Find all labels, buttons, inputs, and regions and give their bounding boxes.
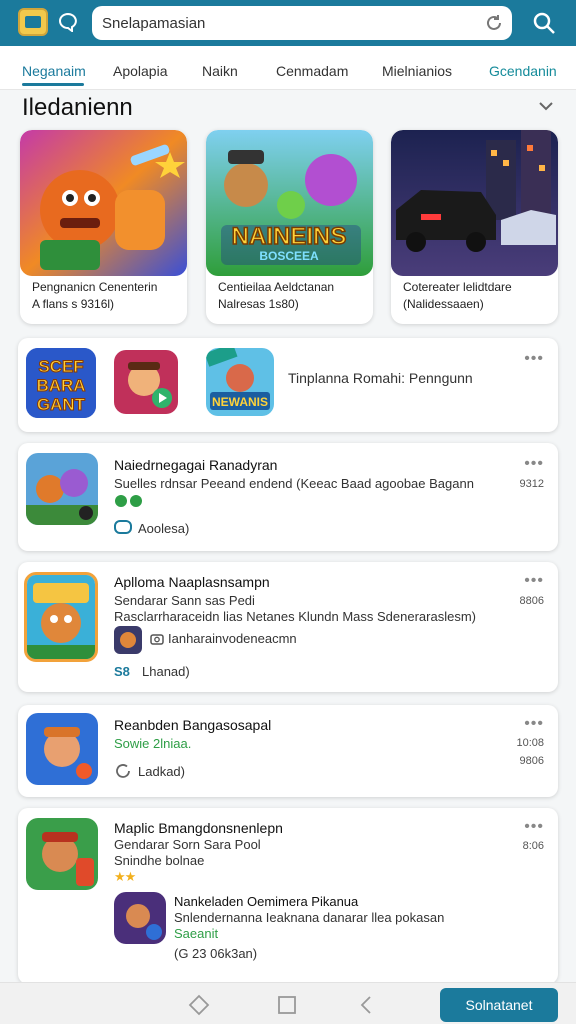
app-title: Naiedrnegagai Ranadyran [114, 457, 278, 473]
nested-status: Saeanit [174, 926, 219, 941]
game-icon [114, 350, 178, 414]
app-title: Maplic Bmangdonsnenlepn [114, 820, 283, 836]
nested-title: Nankeladen Oemimera Pikanua [174, 894, 359, 909]
app-side-info: 8806 [519, 595, 544, 607]
app-side-info: 9806 [519, 755, 544, 767]
art-line: NEWANIS [212, 395, 268, 409]
app-card[interactable]: Aplloma Naaplasnsampn Sendarar Sann sas … [18, 562, 558, 692]
featured-title: Centieilaa Aeldctanan [218, 280, 335, 294]
app-logo[interactable] [18, 8, 48, 36]
tab-item[interactable]: Gcendanin [489, 63, 557, 79]
game-icon [26, 818, 98, 890]
more-options-icon[interactable]: ••• [524, 350, 544, 368]
tab-item[interactable]: Neganaim [22, 63, 86, 79]
app-title: Reanbden Bangasosapal [114, 717, 272, 733]
art-line: BARA [36, 376, 85, 395]
app-card[interactable]: Reanbden Bangasosapal Sowie 2lniaa. Ladk… [18, 705, 558, 797]
tab-indicator [22, 83, 84, 86]
tab-item[interactable]: Apolapia [113, 63, 168, 79]
app-card[interactable]: Naiedrnegagai Ranadyran Suelles rdnsar P… [18, 443, 558, 551]
game-icon [26, 713, 98, 785]
app-meta: Lhanad) [142, 664, 190, 679]
category-tabs: Neganaim Apolapia Naikn Cenmadam Mielnia… [0, 46, 576, 90]
tab-item[interactable]: Mielnianios [382, 63, 452, 79]
featured-subtitle: A flans s 9316l) [32, 297, 115, 311]
art-subtitle: BOSCEEA [259, 249, 319, 263]
chat-icon[interactable] [58, 12, 78, 32]
app-description: Gendarar Sorn Sara Pool [114, 837, 261, 852]
square-icon[interactable] [276, 994, 298, 1016]
art-title: NAINEINS [232, 223, 347, 250]
more-options-icon[interactable]: ••• [524, 715, 544, 733]
app-side-info: 10:08 [516, 737, 544, 749]
featured-title: Cotereater lelidtdare [403, 280, 512, 294]
game-icon [24, 572, 98, 662]
game-icon [114, 892, 166, 944]
rating-icons [115, 495, 142, 507]
more-options-icon[interactable]: ••• [524, 455, 544, 473]
game-art: NAINEINS BOSCEEA [206, 130, 373, 276]
app-description: Suelles rdnsar Peeand endend (Keeac Baad… [114, 476, 474, 491]
app-side-info: 9312 [519, 478, 544, 490]
refresh-icon[interactable] [484, 13, 504, 33]
top-bar: Snelapamasian [0, 0, 576, 46]
nested-description: Snlendernanna Ieaknana danarar llea poka… [174, 910, 445, 925]
game-icon [26, 453, 98, 525]
rating-stars: ★★ [114, 869, 136, 884]
camera-icon [150, 634, 164, 645]
game-icon: SCEF BARA GANT [26, 348, 96, 418]
app-description: Snindhe bolnae [114, 853, 205, 868]
promo-text: Tinplanna Romahi: Penngunn [288, 370, 473, 386]
tab-item[interactable]: Naikn [202, 63, 238, 79]
featured-subtitle: (Nalidessaaen) [403, 297, 484, 311]
diamond-icon[interactable] [188, 994, 210, 1016]
app-meta: Ladkad) [138, 764, 185, 779]
promo-card[interactable]: SCEF BARA GANT NEWANIS Tinplanna Romahi:… [18, 338, 558, 432]
chevron-down-icon[interactable] [538, 100, 554, 112]
download-icon [114, 520, 132, 534]
search-icon[interactable] [532, 11, 556, 35]
search-bar[interactable]: Snelapamasian [92, 6, 512, 40]
app-status: Sowie 2lniaa. [114, 736, 192, 751]
nested-meta: (G 23 06k3an) [174, 946, 258, 961]
featured-card[interactable]: NAINEINS BOSCEEA Centieilaa Aeldctanan N… [206, 130, 373, 324]
app-description: Sendarar Sann sas Pedi [114, 593, 255, 608]
app-title: Aplloma Naaplasnsampn [114, 574, 270, 590]
mini-game-icon [114, 626, 142, 654]
more-options-icon[interactable]: ••• [524, 572, 544, 590]
search-input[interactable]: Snelapamasian [102, 15, 205, 32]
section-title: Iledanienn [22, 94, 133, 121]
app-meta: Aoolesa) [138, 521, 190, 536]
app-badge: S8 [114, 664, 130, 679]
refresh-icon [116, 764, 130, 778]
app-side-info: 8:06 [522, 840, 544, 852]
tab-item[interactable]: Cenmadam [276, 63, 348, 79]
game-art [391, 130, 558, 276]
featured-card[interactable]: Pengnanicn Cenenterin A flans s 9316l) [20, 130, 187, 324]
app-card[interactable]: Maplic Bmangdonsnenlepn Gendarar Sorn Sa… [18, 808, 558, 984]
game-icon: NEWANIS [206, 348, 274, 416]
more-options-icon[interactable]: ••• [524, 818, 544, 836]
art-line: SCEF [38, 357, 83, 376]
app-description: Rasclarrharaceidn lias Netanes Klundn Ma… [114, 609, 477, 624]
art-line: GANT [37, 395, 86, 414]
game-art [20, 130, 187, 276]
featured-title: Pengnanicn Cenenterin [32, 280, 158, 294]
primary-action-button[interactable]: Solnatanet [440, 988, 558, 1022]
featured-subtitle: Nalresas 1s80) [218, 297, 299, 311]
featured-card[interactable]: Cotereater lelidtdare (Nalidessaaen) [391, 130, 558, 324]
app-sub-meta: Ianharainvodeneacmn [168, 631, 297, 646]
back-icon[interactable] [356, 994, 378, 1016]
